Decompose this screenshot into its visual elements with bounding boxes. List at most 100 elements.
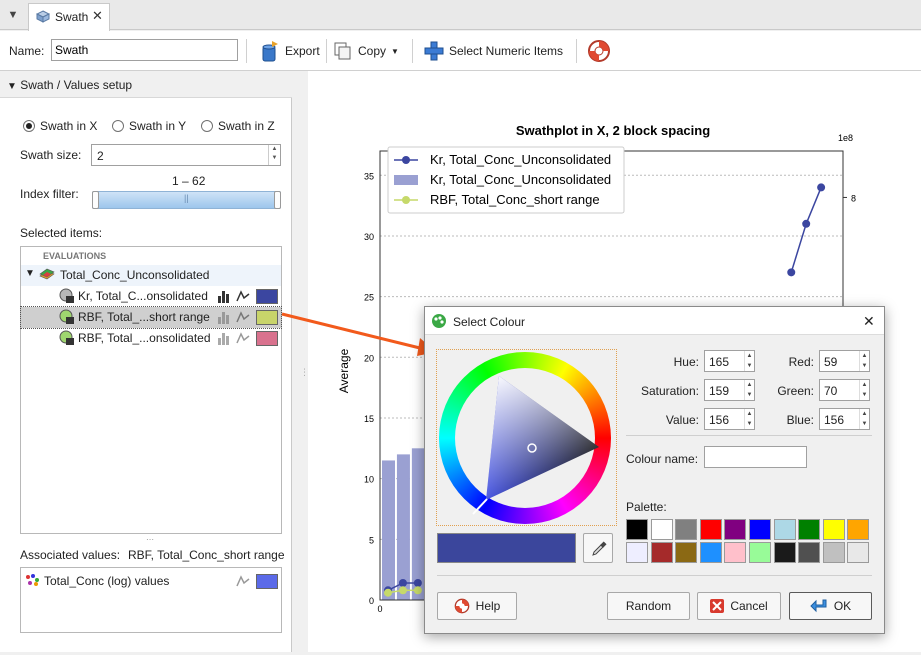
help-button[interactable]: Help <box>437 592 517 620</box>
spin-arrows-icon[interactable]: ▲ ▼ <box>859 380 869 400</box>
saturation-value-triangle[interactable] <box>439 352 611 524</box>
palette-swatch[interactable] <box>749 519 771 540</box>
tab-label: Swath <box>55 10 89 24</box>
swath-in-z-radio[interactable] <box>201 120 213 132</box>
palette-swatch[interactable] <box>798 519 821 540</box>
palette-swatch[interactable] <box>822 542 845 563</box>
divider <box>626 435 872 436</box>
close-icon[interactable]: ✕ <box>863 313 875 330</box>
panel-title: ▼ Swath / Values setup <box>7 78 133 92</box>
spin-arrows-icon[interactable]: ▲ ▼ <box>268 145 280 165</box>
divider <box>437 575 872 576</box>
palette-swatch[interactable] <box>626 519 648 540</box>
palette-grid <box>626 519 874 565</box>
palette-swatch[interactable] <box>847 542 870 563</box>
list-item[interactable]: RBF, Total_...onsolidated <box>21 328 281 349</box>
green-spinbox[interactable]: 70 ▲ ▼ <box>819 379 870 401</box>
chevron-down-icon[interactable]: ▼ <box>4 6 22 24</box>
swath-in-x-radio[interactable] <box>23 120 35 132</box>
index-filter-slider[interactable]: || <box>92 191 281 209</box>
tab-swath[interactable]: Swath ✕ <box>28 3 110 31</box>
data-point <box>413 579 422 588</box>
palette-swatch[interactable] <box>724 519 747 540</box>
palette-swatch[interactable] <box>822 519 845 540</box>
palette-swatch[interactable] <box>798 542 821 563</box>
list-item[interactable]: Total_Conc (log) values <box>21 570 281 591</box>
rbf-evaluation-icon <box>59 330 74 345</box>
selected-items-list[interactable]: EVALUATIONS ▼ Total_Conc_Unconsolidated … <box>20 246 282 534</box>
line-chart-icon[interactable] <box>236 310 250 324</box>
series-line <box>790 223 807 273</box>
colour-swatch[interactable] <box>256 289 278 304</box>
bar-chart-icon[interactable] <box>217 289 231 303</box>
palette-swatch[interactable] <box>847 519 870 540</box>
palette-swatch[interactable] <box>773 542 796 563</box>
spin-arrows-icon[interactable]: ▲ ▼ <box>859 351 869 371</box>
palette-label: Palette: <box>626 500 667 514</box>
toolbar-divider <box>576 39 577 63</box>
ok-button[interactable]: OK <box>789 592 872 620</box>
bar <box>396 454 410 600</box>
blue-spinbox[interactable]: 156 ▲ ▼ <box>819 408 870 430</box>
palette-swatch[interactable] <box>650 519 673 540</box>
copy-button[interactable]: Copy ▼ <box>333 39 399 63</box>
legend-label: Kr, Total_Conc_Unconsolidated <box>430 152 611 167</box>
palette-swatch[interactable] <box>699 519 722 540</box>
swath-in-y-radio[interactable] <box>112 120 124 132</box>
blue-label: Blue: <box>786 413 814 427</box>
list-item-group[interactable]: ▼ Total_Conc_Unconsolidated <box>21 265 281 286</box>
swath-in-y-label: Swath in Y <box>129 119 187 133</box>
red-spinbox[interactable]: 59 ▲ ▼ <box>819 350 870 372</box>
associated-values-label: Associated values: <box>20 548 121 562</box>
line-chart-icon[interactable] <box>236 289 250 303</box>
colour-name-input[interactable] <box>704 446 807 468</box>
x-tick-label: 0 <box>377 604 382 614</box>
resize-grip-icon[interactable]: ⋯ <box>146 535 154 544</box>
cancel-button[interactable]: Cancel <box>697 592 781 620</box>
slider-handle-min[interactable] <box>92 191 99 209</box>
data-point <box>398 586 407 595</box>
palette-swatch[interactable] <box>650 542 673 563</box>
line-chart-icon[interactable] <box>236 331 250 345</box>
palette-swatch[interactable] <box>724 542 747 563</box>
chart-legend[interactable]: Kr, Total_Conc_Unconsolidated Kr, Total_C… <box>387 146 625 214</box>
palette-swatch[interactable] <box>675 542 698 563</box>
close-icon[interactable]: ✕ <box>92 8 103 24</box>
legend-label: Kr, Total_Conc_Unconsolidated <box>430 172 611 187</box>
kriging-evaluation-icon <box>59 288 74 303</box>
palette-swatch[interactable] <box>626 542 648 563</box>
palette-swatch[interactable] <box>675 519 698 540</box>
bar-chart-icon[interactable] <box>217 310 231 324</box>
panel-header[interactable]: ▼ Swath / Values setup <box>0 71 292 98</box>
y-tick-label: 35 <box>364 171 374 181</box>
list-item-selected[interactable]: RBF, Total_...short range <box>20 306 282 329</box>
colour-swatch[interactable] <box>256 574 278 589</box>
bar-chart-icon[interactable] <box>217 331 231 345</box>
swath-size-input[interactable]: 2 ▲ ▼ <box>91 144 281 166</box>
index-filter-label: Index filter: <box>20 187 79 201</box>
value-label: Value: <box>665 413 699 427</box>
data-point <box>413 586 422 595</box>
swath-size-label: Swath size: <box>20 148 82 162</box>
name-input[interactable] <box>51 39 238 61</box>
current-colour-preview <box>437 533 576 563</box>
slider-handle-max[interactable] <box>274 191 281 209</box>
list-item-label: Kr, Total_C...onsolidated <box>78 289 208 303</box>
list-item[interactable]: Kr, Total_C...onsolidated <box>21 286 281 307</box>
eyedropper-button[interactable] <box>583 533 613 563</box>
spin-arrows-icon[interactable]: ▲ ▼ <box>859 409 869 429</box>
palette-swatch[interactable] <box>749 542 771 563</box>
colour-swatch[interactable] <box>256 310 278 325</box>
select-numeric-items-button[interactable]: Select Numeric Items <box>424 39 563 63</box>
data-point <box>802 219 811 228</box>
palette-swatch[interactable] <box>773 519 796 540</box>
export-button[interactable]: Export <box>260 39 320 63</box>
help-lifebuoy-icon[interactable] <box>587 39 611 63</box>
random-button[interactable]: Random <box>607 592 690 620</box>
colour-swatch[interactable] <box>256 331 278 346</box>
palette-swatch[interactable] <box>699 542 722 563</box>
line-chart-icon[interactable] <box>236 574 250 588</box>
associated-values-list[interactable]: Total_Conc (log) values <box>20 567 282 633</box>
cube-icon <box>36 10 50 23</box>
dialog-title-bar[interactable]: Select Colour ✕ <box>425 307 884 335</box>
